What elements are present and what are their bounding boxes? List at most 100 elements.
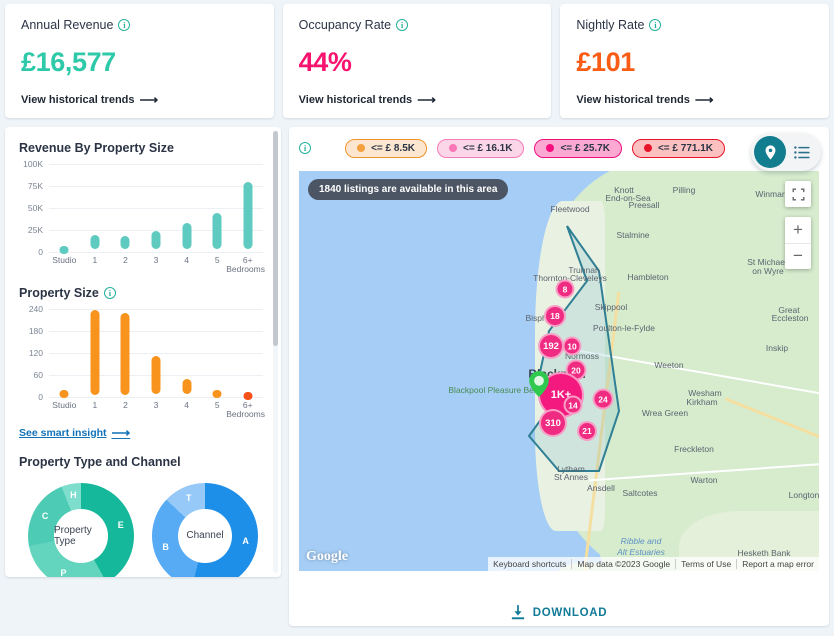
chart-y-tick: 50K — [27, 203, 43, 213]
map-cluster-marker[interactable]: 21 — [577, 421, 597, 441]
donut-segment-label: A — [242, 535, 249, 546]
kpi-header: Nightly Rate i — [576, 18, 813, 32]
fullscreen-icon — [792, 188, 804, 200]
chart-bar[interactable] — [151, 230, 161, 250]
revenue-filter-chip[interactable]: <= £ 771.1K — [631, 138, 725, 158]
map-cluster-marker[interactable]: 10 — [562, 336, 582, 356]
chart-bar[interactable] — [243, 391, 253, 400]
chart-y-tick: 75K — [27, 181, 43, 191]
property-size-axis-name: Bedrooms — [226, 409, 265, 419]
view-historical-trends-link[interactable]: View historical trends ⟶ — [21, 93, 258, 106]
chart-bar[interactable] — [212, 213, 222, 250]
chart-y-tick: 240 — [28, 304, 43, 314]
chart-y-tick: 0 — [38, 392, 43, 402]
arrow-right-icon: ⟶ — [111, 425, 131, 440]
revenue-filter-chips: <= £ 8.5K <= £ 16.1K <= £ 25.7K <= £ 771.1K — [345, 138, 725, 158]
revenue-filter-chip[interactable]: <= £ 16.1K — [436, 138, 525, 158]
map-place-label: Ribble and — [620, 536, 662, 546]
chip-label: <= £ 16.1K — [462, 142, 513, 154]
kpi-card-nightly-rate: Nightly Rate i £101 View historical tren… — [560, 4, 830, 118]
info-icon[interactable]: i — [396, 19, 409, 31]
zoom-in-button[interactable]: + — [785, 217, 811, 244]
map-canvas[interactable]: 1840 listings are available in this area… — [299, 171, 819, 571]
chart-bar[interactable] — [59, 245, 69, 254]
chart-bar[interactable] — [90, 235, 100, 250]
view-historical-trends-link[interactable]: View historical trends ⟶ — [299, 93, 536, 106]
chart-bar-slot — [49, 164, 80, 254]
donut-segment-label: T — [185, 492, 192, 503]
chip-color-dot — [643, 144, 652, 152]
link-label: View historical trends — [576, 93, 690, 106]
arrow-right-icon: ⟶ — [139, 92, 159, 107]
channel-donut[interactable]: Channel A B T — [152, 482, 258, 577]
map-place-label: Saltcotes — [622, 488, 658, 498]
chart-bar-slot — [80, 309, 111, 397]
revenue-chart-axis-name: Bedrooms — [226, 264, 265, 274]
kpi-value: £16,577 — [21, 47, 116, 77]
map-view-button[interactable] — [754, 136, 786, 168]
chart-bar[interactable] — [212, 389, 222, 398]
zoom-controls[interactable]: + − — [785, 217, 811, 269]
fullscreen-button[interactable] — [785, 181, 811, 207]
map-place-label: Fleetwood — [550, 204, 590, 214]
kpi-label: Nightly Rate — [576, 18, 645, 32]
listings-count-banner: 1840 listings are available in this area — [308, 179, 509, 200]
attribution-link[interactable]: Report a map error — [736, 559, 819, 569]
chart-y-tick: 25K — [27, 225, 43, 235]
scrollbar-thumb[interactable] — [273, 131, 278, 346]
chart-bar[interactable] — [120, 312, 130, 395]
donut-section-title: Property Type and Channel — [19, 454, 181, 469]
map-cluster-marker[interactable]: 192 — [538, 333, 564, 359]
chart-bar[interactable] — [243, 181, 253, 250]
revenue-chart-title: Revenue By Property Size — [19, 141, 174, 155]
dashboard-body: Revenue By Property Size 0 25K 50K 75K 100K … — [0, 118, 834, 626]
chart-y-tick: 180 — [28, 326, 43, 336]
kpi-label: Occupancy Rate — [298, 18, 392, 32]
chart-bar-slot — [171, 309, 202, 397]
info-icon[interactable]: i — [649, 19, 662, 31]
chart-bar-slot — [110, 164, 141, 252]
map-cluster-marker[interactable]: 24 — [592, 388, 614, 410]
chart-bar[interactable] — [182, 222, 192, 250]
download-label: DOWNLOAD — [532, 606, 608, 619]
chart-bar[interactable] — [59, 389, 69, 398]
kpi-card-occupancy-rate: Occupancy Rate i 44% View historical tre… — [282, 4, 552, 118]
map-panel: i <= £ 8.5K <= £ 16.1K <= £ 25.7K <= £ 771.… — [289, 127, 829, 626]
zoom-out-button[interactable]: − — [785, 244, 811, 270]
chart-bar-slot — [202, 309, 233, 398]
map-cluster-marker[interactable]: 310 — [539, 409, 567, 437]
map-attribution: Keyboard shortcuts Map data ©2023 Google T… — [488, 557, 819, 571]
map-cluster-marker[interactable]: 8 — [555, 279, 575, 299]
info-icon[interactable]: i — [299, 142, 311, 154]
revenue-filter-chip[interactable]: <= £ 25.7K — [534, 138, 622, 158]
charts-panel-scrollbar[interactable] — [273, 131, 278, 573]
map-place-label: Alt Estuaries — [617, 547, 665, 557]
map-list-view-toggle[interactable] — [751, 133, 821, 171]
view-historical-trends-link[interactable]: View historical trends ⟶ — [576, 93, 813, 106]
chart-bar[interactable] — [151, 355, 161, 395]
chart-gridline — [49, 252, 263, 253]
info-icon[interactable]: i — [118, 19, 131, 31]
map-place-label: Ansdell — [587, 483, 615, 493]
chart-y-tick: 0 — [38, 247, 43, 257]
map-cluster-marker[interactable]: 14 — [563, 395, 583, 415]
download-button[interactable]: DOWNLOAD — [289, 605, 829, 620]
list-view-button[interactable] — [786, 136, 818, 168]
map-cluster-marker[interactable]: 18 — [544, 305, 566, 327]
chart-bar[interactable] — [182, 379, 192, 395]
attribution-link[interactable]: Terms of Use — [675, 559, 736, 569]
kpi-value: £101 — [576, 47, 635, 77]
selected-location-pin[interactable] — [529, 371, 549, 402]
attribution-link[interactable]: Map data ©2023 Google — [571, 559, 675, 569]
property-type-donut[interactable]: Property Type E P C H — [28, 482, 134, 577]
revenue-filter-chip[interactable]: <= £ 8.5K — [345, 138, 427, 158]
see-smart-insight-link[interactable]: See smart insight ⟶ — [19, 426, 130, 439]
chart-x-tick: 2 — [123, 255, 128, 265]
chart-x-tick: 3 — [153, 255, 159, 265]
attribution-link[interactable]: Keyboard shortcuts — [488, 559, 571, 569]
chart-bar[interactable] — [120, 236, 130, 250]
chart-bar[interactable] — [90, 310, 100, 395]
map-place-label: Skippool — [594, 302, 628, 312]
info-icon[interactable]: i — [103, 287, 116, 299]
chip-color-dot — [448, 144, 457, 152]
